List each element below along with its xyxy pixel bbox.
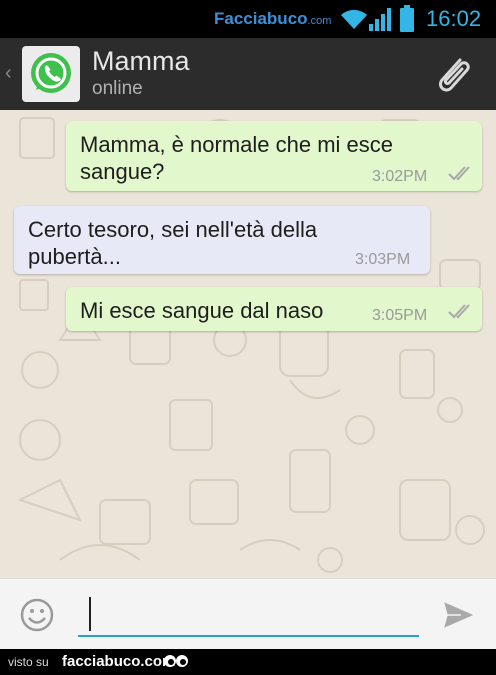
paperclip-icon[interactable] [430, 52, 476, 98]
whatsapp-logo-icon [31, 53, 71, 93]
message-line: Mi esce sangue dal naso [80, 298, 324, 323]
message-bubble[interactable]: Mi esce sangue dal naso 3:05PM [66, 287, 482, 331]
message-line: pubertà... [28, 244, 121, 269]
footer-prefix: visto su [8, 655, 49, 669]
emoji-icon[interactable] [19, 597, 55, 633]
wifi-icon [341, 9, 367, 29]
footer-site: facciabuco.com [62, 653, 176, 670]
text-caret [89, 597, 91, 631]
chat-area[interactable]: Mamma, è normale che mi esce sangue? 3:0… [0, 110, 496, 578]
watermark-text: Facciabuco [214, 9, 308, 28]
composer [0, 578, 496, 649]
message-text: Mamma, è normale che mi esce sangue? [80, 131, 393, 185]
contact-name[interactable]: Mamma [92, 46, 190, 77]
watermark-domain: .com [307, 15, 332, 27]
double-check-icon [448, 304, 470, 319]
message-time: 3:05PM [372, 307, 428, 324]
message-line: sangue? [80, 159, 165, 184]
status-bar: Facciabuco.com 16:02 [0, 0, 496, 38]
message-time: 3:02PM [372, 168, 428, 185]
message-text: Certo tesoro, sei nell'età della pubertà… [28, 216, 317, 270]
message-line: Mamma, è normale che mi esce [80, 132, 393, 157]
message-time: 3:03PM [355, 251, 411, 268]
battery-icon [400, 5, 414, 32]
clock: 16:02 [426, 6, 482, 31]
back-chevron-icon[interactable]: ‹ [5, 62, 12, 85]
footer: visto su facciabuco.com [0, 649, 496, 675]
conversation-header: ‹ Mamma online [0, 38, 496, 110]
message-bubble[interactable]: Mamma, è normale che mi esce sangue? 3:0… [66, 121, 482, 191]
watermark: Facciabuco.com [214, 9, 331, 29]
message-line: Certo tesoro, sei nell'età della [28, 217, 318, 242]
contact-avatar[interactable] [22, 46, 80, 102]
message-text: Mi esce sangue dal naso [80, 297, 323, 324]
signal-icon [369, 8, 391, 31]
eyes-icon [164, 655, 188, 667]
send-icon[interactable] [441, 599, 477, 631]
message-bubble[interactable]: Certo tesoro, sei nell'età della pubertà… [14, 206, 430, 274]
message-input[interactable] [78, 593, 419, 637]
double-check-icon [448, 166, 470, 181]
contact-status: online [92, 78, 143, 99]
